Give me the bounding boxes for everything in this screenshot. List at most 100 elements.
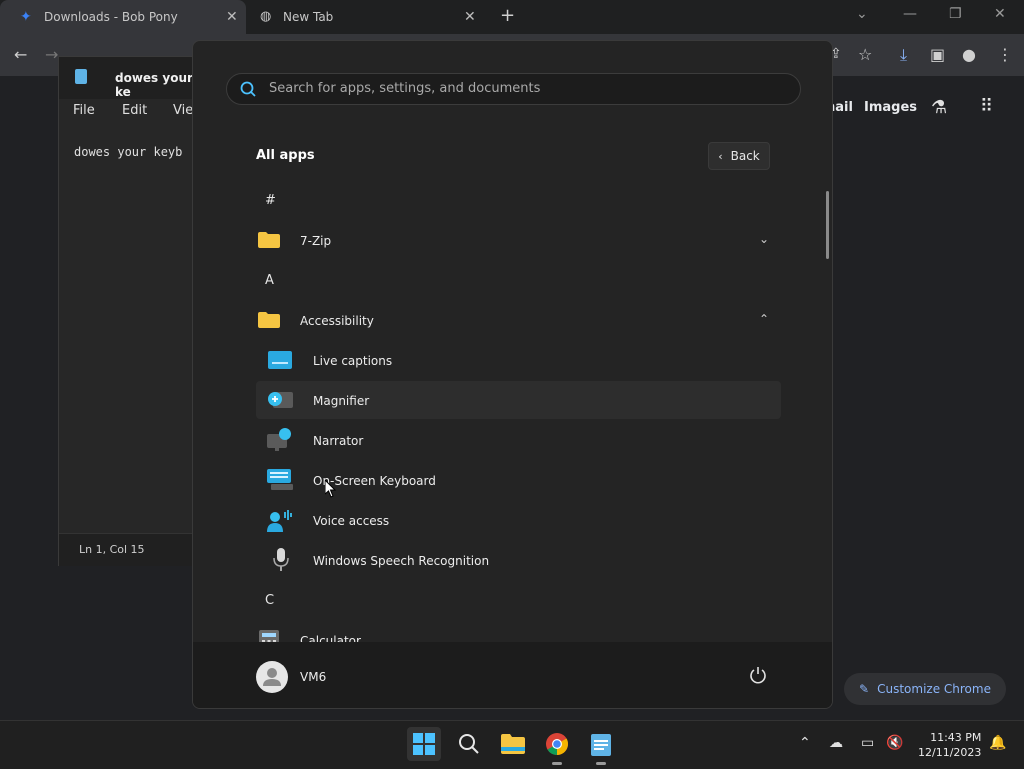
back-label: Back (730, 149, 760, 163)
app-label: Live captions (313, 354, 393, 368)
app-live-captions[interactable]: Live captions (256, 341, 781, 379)
app-folder-accessibility[interactable]: Accessibility ⌃ (256, 301, 781, 339)
side-panel-icon[interactable]: ▣ (930, 45, 945, 64)
menu-file[interactable]: File (73, 103, 95, 118)
app-label: Windows Speech Recognition (313, 554, 490, 568)
section-header-a[interactable]: A (265, 273, 274, 288)
magnifier-icon (268, 392, 293, 408)
bob-pony-favicon-icon: ✦ (20, 9, 32, 25)
file-explorer-button[interactable] (496, 727, 530, 761)
customize-chrome-button[interactable]: ✎ Customize Chrome (844, 673, 1006, 705)
notepad-statusbar: Ln 1, Col 15 (59, 533, 199, 566)
close-icon[interactable]: ✕ (226, 9, 238, 25)
power-icon[interactable] (749, 666, 767, 684)
notepad-icon (591, 734, 611, 756)
customize-label: Customize Chrome (877, 682, 991, 696)
tab-title: Downloads - Bob Pony (44, 10, 178, 24)
folder-icon (258, 232, 280, 248)
section-header-hash[interactable]: # (265, 193, 276, 208)
windows-logo-icon (413, 733, 435, 755)
download-icon[interactable]: ⤓ (900, 45, 907, 65)
search-icon (459, 734, 479, 754)
chrome-button[interactable] (540, 727, 574, 765)
running-indicator (596, 762, 606, 765)
keyboard-icon (267, 469, 293, 490)
chevron-up-icon[interactable]: ⌃ (759, 312, 769, 326)
apps-grid-icon[interactable]: ⠿ (980, 96, 993, 117)
clock-time: 11:43 PM (930, 731, 982, 744)
apps-scrollbar[interactable] (826, 191, 829, 259)
clock[interactable]: 11:43 PM 12/11/2023 (918, 730, 981, 760)
folder-open-icon (258, 312, 280, 328)
user-name[interactable]: VM6 (300, 670, 326, 684)
notepad-text-area[interactable]: dowes your keyb (74, 145, 182, 159)
app-windows-speech-recognition[interactable]: Windows Speech Recognition (256, 541, 781, 579)
app-label: Narrator (313, 434, 364, 448)
search-placeholder: Search for apps, settings, and documents (269, 81, 541, 96)
chrome-favicon-icon: ◍ (260, 9, 272, 24)
notepad-taskbar-button[interactable] (584, 727, 618, 765)
close-icon[interactable]: ✕ (464, 9, 476, 25)
search-box[interactable]: Search for apps, settings, and documents (226, 73, 801, 105)
app-label: 7-Zip (300, 234, 332, 248)
tab-search-chevron-icon[interactable]: ⌄ (856, 6, 868, 22)
folder-icon (501, 734, 525, 754)
mouse-cursor-icon (325, 480, 337, 498)
network-icon[interactable]: ▭ (861, 735, 874, 751)
new-tab-plus-icon[interactable]: + (500, 5, 515, 26)
notepad-app-icon (75, 69, 87, 84)
taskbar-search-button[interactable] (452, 727, 486, 761)
app-folder-7zip[interactable]: 7-Zip ⌄ (256, 221, 781, 259)
chevron-down-icon[interactable]: ⌄ (759, 232, 769, 246)
pencil-icon: ✎ (859, 682, 870, 696)
chevron-up-icon[interactable]: ⌃ (799, 735, 811, 751)
menu-view[interactable]: Vie (173, 103, 193, 118)
taskbar: ⌃ ☁ ▭ 🔇 11:43 PM 12/11/2023 🔔 (0, 720, 1024, 769)
tab-new-tab[interactable]: ◍ New Tab ✕ (248, 0, 488, 34)
menu-kebab-icon[interactable]: ⋮ (997, 45, 1013, 64)
minimize-icon[interactable]: — (903, 6, 917, 22)
microphone-icon (273, 548, 289, 571)
app-label: Magnifier (313, 394, 370, 408)
section-header-c[interactable]: C (265, 593, 274, 608)
running-indicator (552, 762, 562, 765)
cursor-position: Ln 1, Col 15 (79, 543, 145, 556)
start-menu: Search for apps, settings, and documents… (192, 40, 833, 709)
chrome-logo-icon (546, 733, 568, 755)
onedrive-icon[interactable]: ☁ (829, 735, 843, 751)
app-magnifier[interactable]: Magnifier (256, 381, 781, 419)
notepad-title: dowes your ke (115, 71, 193, 99)
avatar[interactable] (256, 661, 288, 693)
back-button[interactable]: ‹ Back (708, 142, 770, 170)
app-label: Voice access (313, 514, 390, 528)
voice-access-icon (267, 510, 292, 532)
notepad-titlebar[interactable]: dowes your ke (59, 57, 199, 99)
start-footer: VM6 (193, 642, 832, 708)
tab-downloads[interactable]: ✦ Downloads - Bob Pony ✕ (0, 0, 246, 34)
back-arrow-icon[interactable]: ← (14, 45, 27, 64)
chevron-left-icon: ‹ (718, 149, 723, 163)
app-voice-access[interactable]: Voice access (256, 501, 781, 539)
notification-bell-icon[interactable]: 🔔 (989, 735, 1006, 751)
start-button[interactable] (407, 727, 441, 761)
images-link[interactable]: Images (864, 100, 917, 115)
profile-icon[interactable]: ● (962, 45, 976, 64)
search-icon (240, 81, 256, 97)
labs-flask-icon[interactable]: ⚗ (931, 97, 947, 118)
notepad-window: dowes your ke File Edit Vie dowes your k… (58, 56, 200, 566)
volume-muted-icon[interactable]: 🔇 (886, 735, 903, 751)
restore-icon[interactable]: ❐ (949, 6, 962, 22)
forward-arrow-icon[interactable]: → (45, 45, 58, 64)
live-captions-icon (268, 351, 292, 369)
app-label: Accessibility (300, 314, 374, 328)
app-narrator[interactable]: Narrator (256, 421, 781, 459)
window-close-icon[interactable]: ✕ (994, 6, 1006, 22)
chrome-tabstrip: ✦ Downloads - Bob Pony ✕ ◍ New Tab ✕ + ⌄… (0, 0, 1024, 34)
clock-date: 12/11/2023 (918, 746, 982, 759)
all-apps-heading: All apps (256, 148, 315, 163)
tab-title: New Tab (283, 10, 334, 24)
menu-edit[interactable]: Edit (122, 103, 147, 118)
user-silhouette-icon (263, 668, 281, 686)
bookmark-star-icon[interactable]: ☆ (858, 45, 872, 64)
narrator-icon (267, 428, 291, 451)
